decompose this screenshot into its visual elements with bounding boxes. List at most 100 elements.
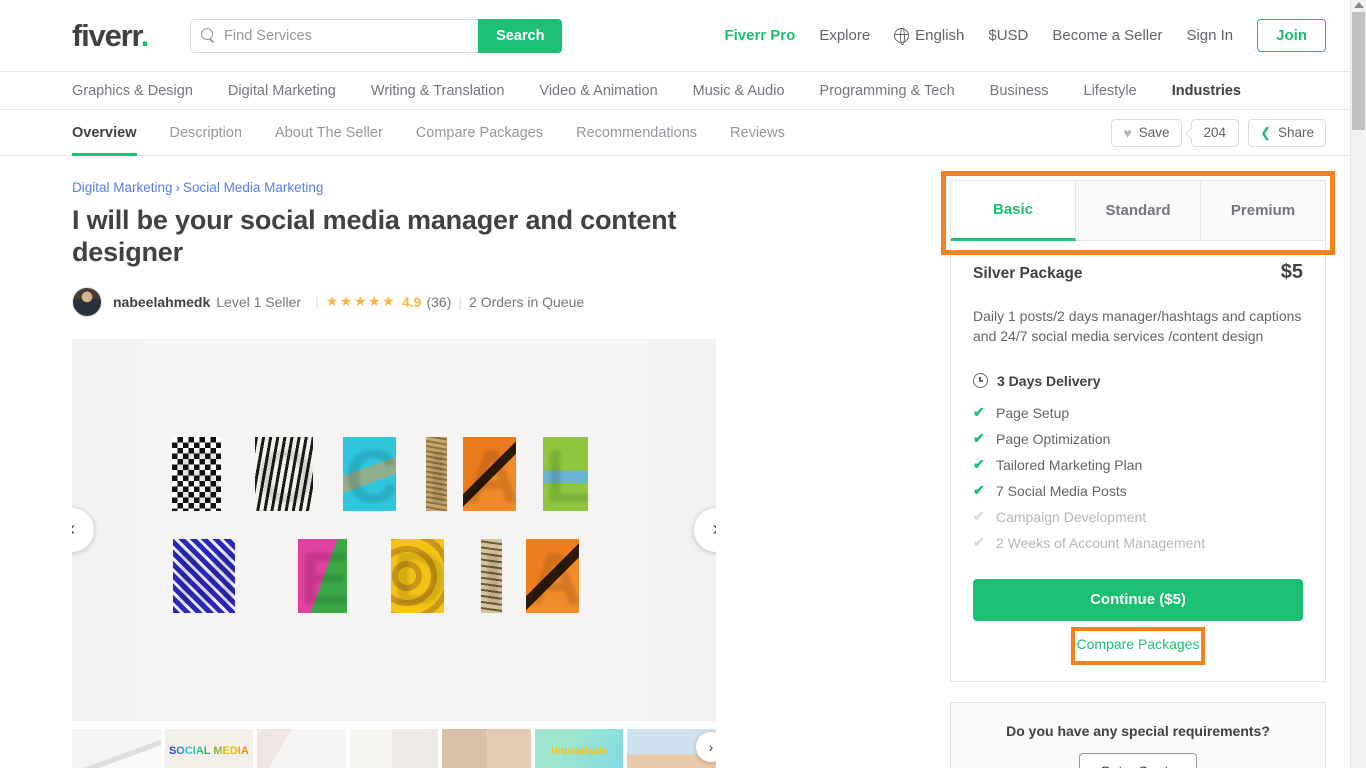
package-features: ✔ Page Setup ✔ Page Optimization ✔ Tailo… bbox=[973, 403, 1303, 553]
check-icon: ✔ bbox=[973, 508, 985, 525]
main-content: Digital Marketing › Social Media Marketing… bbox=[0, 156, 1350, 768]
compare-packages-link[interactable]: Compare Packages bbox=[1063, 629, 1214, 659]
breadcrumb-parent[interactable]: Digital Marketing bbox=[72, 180, 173, 195]
gig-tab-bar: Overview Description About The Seller Co… bbox=[0, 110, 1350, 156]
share-button[interactable]: ❮ Share bbox=[1248, 118, 1326, 147]
package-body: Silver Package $5 Daily 1 posts/2 days m… bbox=[951, 241, 1325, 681]
globe-icon bbox=[893, 27, 910, 45]
tab-compare-packages[interactable]: Compare Packages bbox=[416, 110, 543, 156]
image-letter-i: I bbox=[426, 431, 447, 515]
package-tabs: Basic Standard Premium bbox=[951, 181, 1325, 241]
check-icon: ✔ bbox=[973, 534, 985, 551]
scrollbar-thumb[interactable] bbox=[1352, 12, 1365, 130]
site-header: fiverr. Search Fiverr Pro Explore Englis… bbox=[0, 0, 1350, 72]
thumbnail-4[interactable] bbox=[349, 728, 439, 768]
thumbnail-2[interactable]: SOCIAL MEDIA bbox=[164, 728, 254, 768]
share-icon: ❮ bbox=[1260, 125, 1271, 140]
category-digital-marketing[interactable]: Digital Marketing bbox=[228, 83, 336, 99]
thumbnail-6[interactable]: Hitpearlsale bbox=[534, 728, 624, 768]
save-button[interactable]: ♥ Save bbox=[1111, 118, 1182, 147]
search-input[interactable] bbox=[224, 27, 469, 44]
carousel-prev-button[interactable]: ‹ bbox=[72, 507, 94, 552]
breadcrumb-child[interactable]: Social Media Marketing bbox=[183, 180, 323, 195]
carousel-thumbnails: SOCIAL MEDIA Hitpearlsale › bbox=[72, 728, 716, 768]
breadcrumb: Digital Marketing › Social Media Marketing bbox=[72, 180, 716, 195]
feature-item: ✔ Page Optimization bbox=[973, 429, 1303, 449]
header-link-explore[interactable]: Explore bbox=[819, 27, 870, 44]
image-letter-m: M bbox=[173, 533, 235, 617]
clock-icon bbox=[973, 373, 988, 389]
category-business[interactable]: Business bbox=[990, 83, 1049, 99]
search-button[interactable]: Search bbox=[478, 18, 563, 53]
page-root: fiverr. Search Fiverr Pro Explore Englis… bbox=[0, 0, 1350, 768]
avatar[interactable] bbox=[72, 286, 102, 317]
feature-label: 7 Social Media Posts bbox=[996, 482, 1127, 499]
image-letter-d: D bbox=[391, 533, 445, 617]
tab-reviews[interactable]: Reviews bbox=[730, 110, 785, 156]
gig-actions: ♥ Save 204 ❮ Share bbox=[1111, 118, 1326, 147]
category-programming-tech[interactable]: Programming & Tech bbox=[820, 83, 955, 99]
header-link-become-a-seller[interactable]: Become a Seller bbox=[1052, 27, 1162, 44]
header-links: Fiverr Pro Explore English $USD Become a… bbox=[724, 19, 1326, 52]
get-a-quote-button[interactable]: Get a Quote bbox=[1078, 752, 1198, 768]
thumbnail-5[interactable] bbox=[442, 728, 531, 768]
image-letter-o: O bbox=[255, 431, 313, 515]
seller-name[interactable]: nabeelahmedk bbox=[113, 294, 210, 310]
carousel-slide: S O C I A L M E D I A bbox=[138, 338, 650, 721]
seller-divider-2: | bbox=[458, 293, 463, 310]
image-letter-l: L bbox=[543, 431, 589, 515]
header-link-sign-in[interactable]: Sign In bbox=[1186, 27, 1233, 44]
image-letter-a: A bbox=[463, 431, 517, 515]
scrollbar-up-arrow-icon[interactable] bbox=[1354, 2, 1364, 8]
feature-label: Campaign Development bbox=[996, 508, 1147, 525]
thumbnail-2-label: SOCIAL MEDIA bbox=[168, 745, 249, 758]
header-link-currency[interactable]: $USD bbox=[988, 27, 1028, 44]
header-link-language[interactable]: English bbox=[893, 27, 965, 45]
check-icon: ✔ bbox=[973, 430, 985, 447]
category-writing-translation[interactable]: Writing & Translation bbox=[371, 83, 505, 99]
package-tab-premium[interactable]: Premium bbox=[1201, 181, 1325, 241]
category-video-animation[interactable]: Video & Animation bbox=[539, 83, 657, 99]
fiverr-logo[interactable]: fiverr. bbox=[72, 18, 149, 53]
tab-description[interactable]: Description bbox=[170, 110, 243, 156]
requirements-title: Do you have any special requirements? bbox=[1006, 722, 1270, 739]
delivery-label: 3 Days Delivery bbox=[997, 372, 1101, 389]
join-button[interactable]: Join bbox=[1257, 19, 1326, 52]
check-icon: ✔ bbox=[973, 404, 985, 421]
language-label: English bbox=[915, 27, 965, 44]
package-tab-basic[interactable]: Basic bbox=[951, 181, 1076, 241]
rating-value: 4.9 bbox=[402, 293, 422, 310]
logo-text: fiverr bbox=[72, 18, 142, 53]
heart-icon: ♥ bbox=[1123, 124, 1132, 141]
category-lifestyle[interactable]: Lifestyle bbox=[1084, 83, 1137, 99]
rating-count: (36) bbox=[426, 293, 452, 310]
rating-stars: ★★★★★ bbox=[325, 293, 396, 310]
thumbnail-3[interactable] bbox=[257, 728, 346, 768]
header-link-fiverr-pro[interactable]: Fiverr Pro bbox=[724, 27, 795, 44]
share-label: Share bbox=[1277, 125, 1314, 140]
carousel-next-button[interactable]: › bbox=[694, 507, 716, 552]
tab-overview[interactable]: Overview bbox=[72, 110, 137, 156]
search-box[interactable] bbox=[190, 18, 479, 53]
image-letter-i2: I bbox=[481, 533, 502, 617]
feature-item: ✔ Page Setup bbox=[973, 403, 1303, 423]
feature-item: ✔ 7 Social Media Posts bbox=[973, 481, 1303, 501]
feature-label: Page Setup bbox=[996, 404, 1070, 421]
category-industries[interactable]: Industries bbox=[1172, 83, 1241, 99]
image-letter-s: S bbox=[172, 431, 222, 515]
continue-button[interactable]: Continue ($5) bbox=[973, 578, 1303, 621]
category-music-audio[interactable]: Music & Audio bbox=[693, 83, 785, 99]
tab-recommendations[interactable]: Recommendations bbox=[576, 110, 697, 156]
category-graphics-design[interactable]: Graphics & Design bbox=[72, 83, 193, 99]
package-tab-standard[interactable]: Standard bbox=[1076, 181, 1201, 241]
seller-divider-1: | bbox=[315, 293, 319, 310]
thumbnail-1[interactable] bbox=[72, 728, 161, 768]
browser-scrollbar[interactable] bbox=[1350, 0, 1366, 768]
search-icon bbox=[201, 28, 216, 43]
thumbnail-6-label: Hitpearlsale bbox=[550, 746, 608, 758]
gig-image-carousel: S O C I A L M E D I A ‹ › bbox=[72, 338, 716, 721]
package-description: Daily 1 posts/2 days manager/hashtags an… bbox=[973, 308, 1302, 345]
check-icon: ✔ bbox=[973, 482, 985, 499]
feature-item: ✔ Tailored Marketing Plan bbox=[973, 455, 1303, 475]
tab-about-the-seller[interactable]: About The Seller bbox=[275, 110, 383, 156]
